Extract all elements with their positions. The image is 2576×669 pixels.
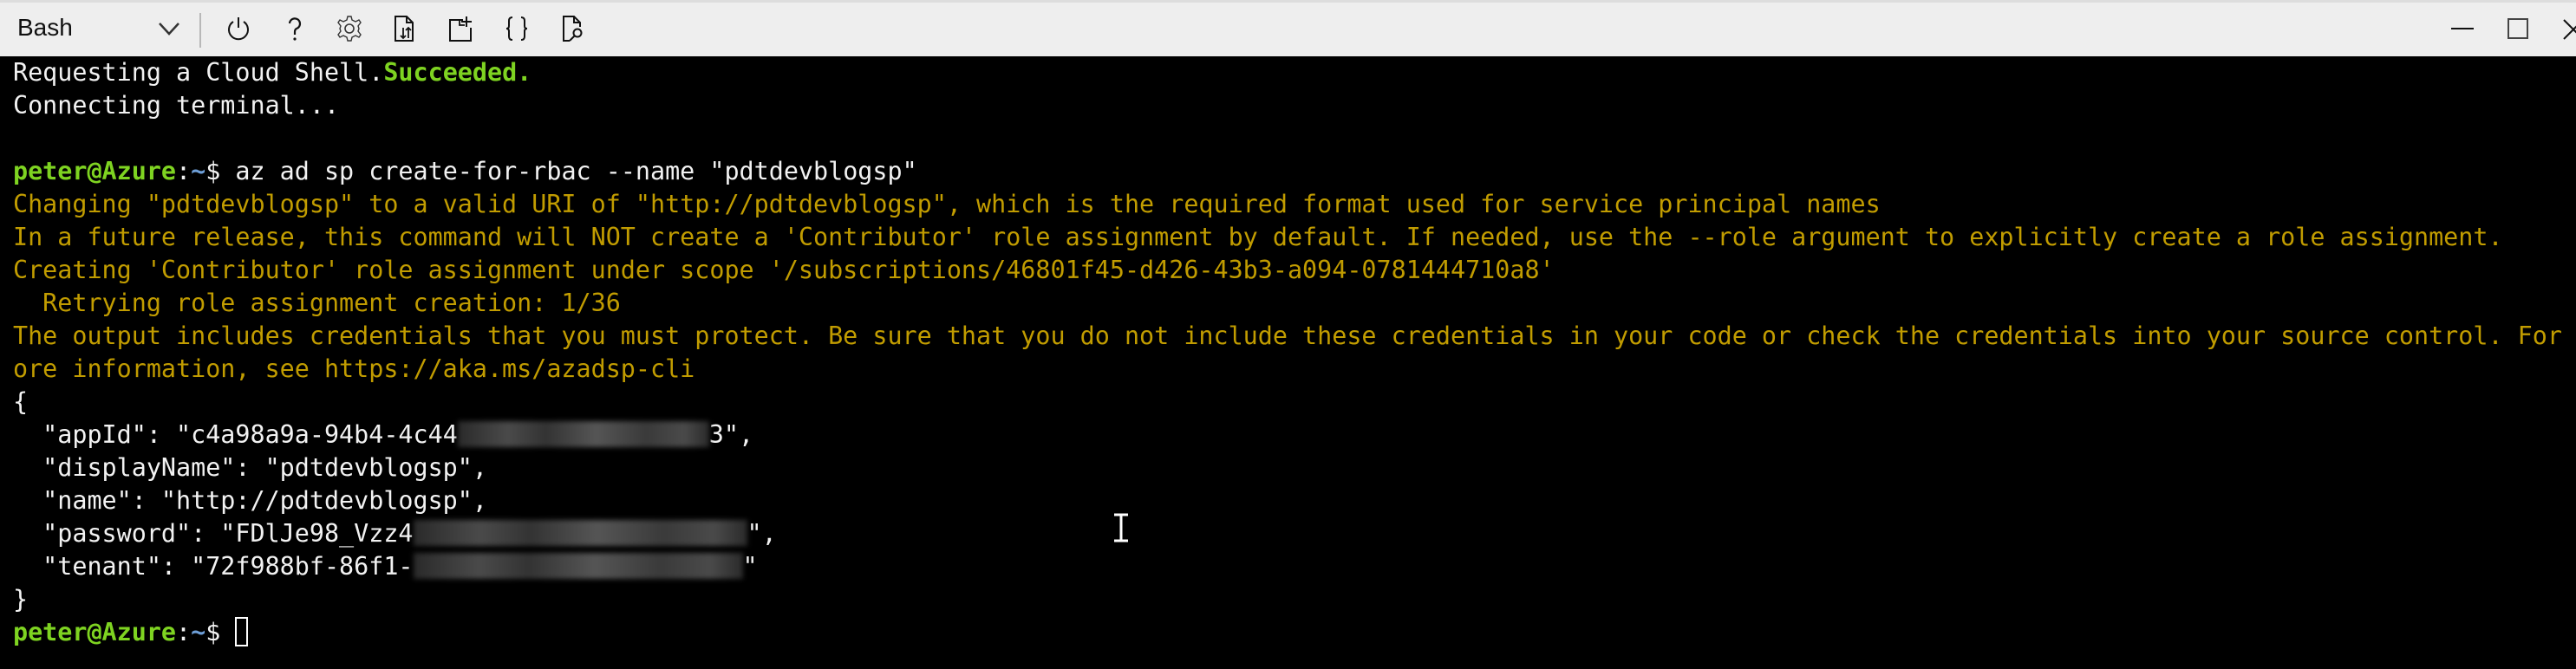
cloud-shell-toolbar: Bash bbox=[0, 0, 2576, 56]
shell-type-value: Bash bbox=[17, 14, 73, 41]
braces-icon bbox=[502, 14, 532, 47]
command-prompt-line: peter@Azure:~$ az ad sp create-for-rbac … bbox=[13, 155, 917, 188]
upload-download-button[interactable] bbox=[385, 11, 423, 49]
warning-line: ore information, see https://aka.ms/azad… bbox=[13, 354, 695, 383]
appid-value-prefix: "c4a98a9a-94b4-4c44 bbox=[176, 420, 458, 449]
close-button[interactable] bbox=[2553, 11, 2576, 49]
password-key: "password": bbox=[13, 519, 221, 548]
help-icon bbox=[280, 14, 310, 47]
tenant-redacted-blur bbox=[413, 553, 743, 579]
tenant-key: "tenant": bbox=[13, 552, 192, 581]
prompt-path: ~ bbox=[191, 157, 206, 185]
editor-button[interactable] bbox=[498, 11, 536, 49]
maximize-button[interactable] bbox=[2499, 11, 2537, 49]
restart-button[interactable] bbox=[219, 11, 258, 49]
terminal-line-connecting: Connecting terminal... bbox=[13, 91, 340, 120]
warning-line: Retrying role assignment creation: 1/36 bbox=[13, 289, 621, 317]
json-name-line: "name": "http://pdtdevblogsp", bbox=[13, 486, 487, 515]
settings-button[interactable] bbox=[330, 11, 368, 49]
terminal-line-requesting: Requesting a Cloud Shell.Succeeded. bbox=[13, 56, 532, 89]
new-session-icon bbox=[446, 14, 475, 47]
json-close-brace: } bbox=[13, 585, 29, 614]
chevron-down-icon bbox=[156, 18, 182, 39]
power-icon bbox=[224, 14, 253, 47]
json-tenant-line: "tenant": "72f988bf-86f1- " bbox=[13, 550, 758, 583]
active-prompt-line[interactable]: peter@Azure:~$ bbox=[13, 616, 249, 649]
appid-redacted-blur bbox=[457, 421, 709, 447]
web-preview-icon bbox=[558, 14, 587, 47]
prompt-user-host: peter@Azure bbox=[13, 618, 177, 646]
command-text: az ad sp create-for-rbac --name "pdtdevb… bbox=[235, 157, 917, 185]
prompt-path: ~ bbox=[191, 618, 206, 646]
minimize-icon bbox=[2449, 16, 2475, 45]
upload-download-icon bbox=[389, 14, 419, 47]
minimize-button[interactable] bbox=[2443, 11, 2481, 49]
requesting-text: Requesting a Cloud Shell. bbox=[13, 58, 384, 87]
tenant-value-prefix: "72f988bf-86f1- bbox=[191, 552, 414, 581]
tenant-value-suffix: " bbox=[742, 552, 758, 581]
close-icon bbox=[2560, 16, 2576, 45]
warning-line: The output includes credentials that you… bbox=[13, 322, 2576, 350]
warning-line: In a future release, this command will N… bbox=[13, 223, 2503, 251]
appid-value-suffix: 3", bbox=[708, 420, 754, 449]
password-value-prefix: "FDlJe98_Vzz4 bbox=[220, 519, 414, 548]
toolbar-divider bbox=[199, 13, 201, 48]
prompt-user-host: peter@Azure bbox=[13, 157, 177, 185]
json-displayname-line: "displayName": "pdtdevblogsp", bbox=[13, 453, 487, 482]
password-redacted-blur bbox=[413, 520, 747, 546]
web-preview-button[interactable] bbox=[553, 11, 591, 49]
gear-icon bbox=[335, 14, 364, 47]
warning-line: Creating 'Contributor' role assignment u… bbox=[13, 256, 1555, 284]
json-appid-line: "appId": "c4a98a9a-94b4-4c44 3", bbox=[13, 419, 753, 451]
help-button[interactable] bbox=[276, 11, 314, 49]
status-succeeded: Succeeded. bbox=[383, 58, 532, 87]
prompt-dollar: $ bbox=[205, 157, 236, 185]
json-open-brace: { bbox=[13, 387, 29, 416]
appid-key: "appId": bbox=[13, 420, 177, 449]
shell-type-dropdown[interactable]: Bash bbox=[0, 3, 189, 56]
prompt-colon: : bbox=[176, 157, 192, 185]
json-password-line: "password": "FDlJe98_Vzz4 ", bbox=[13, 517, 777, 550]
new-session-button[interactable] bbox=[441, 11, 479, 49]
prompt-colon: : bbox=[176, 618, 192, 646]
text-cursor bbox=[235, 617, 249, 646]
warning-line: Changing "pdtdevblogsp" to a valid URI o… bbox=[13, 190, 1881, 218]
prompt-dollar: $ bbox=[205, 618, 236, 646]
mouse-ibeam-cursor-icon bbox=[1112, 513, 1130, 542]
terminal-output[interactable]: Requesting a Cloud Shell.Succeeded. Conn… bbox=[0, 56, 2576, 669]
maximize-icon bbox=[2505, 16, 2531, 45]
password-value-suffix: ", bbox=[747, 519, 777, 548]
